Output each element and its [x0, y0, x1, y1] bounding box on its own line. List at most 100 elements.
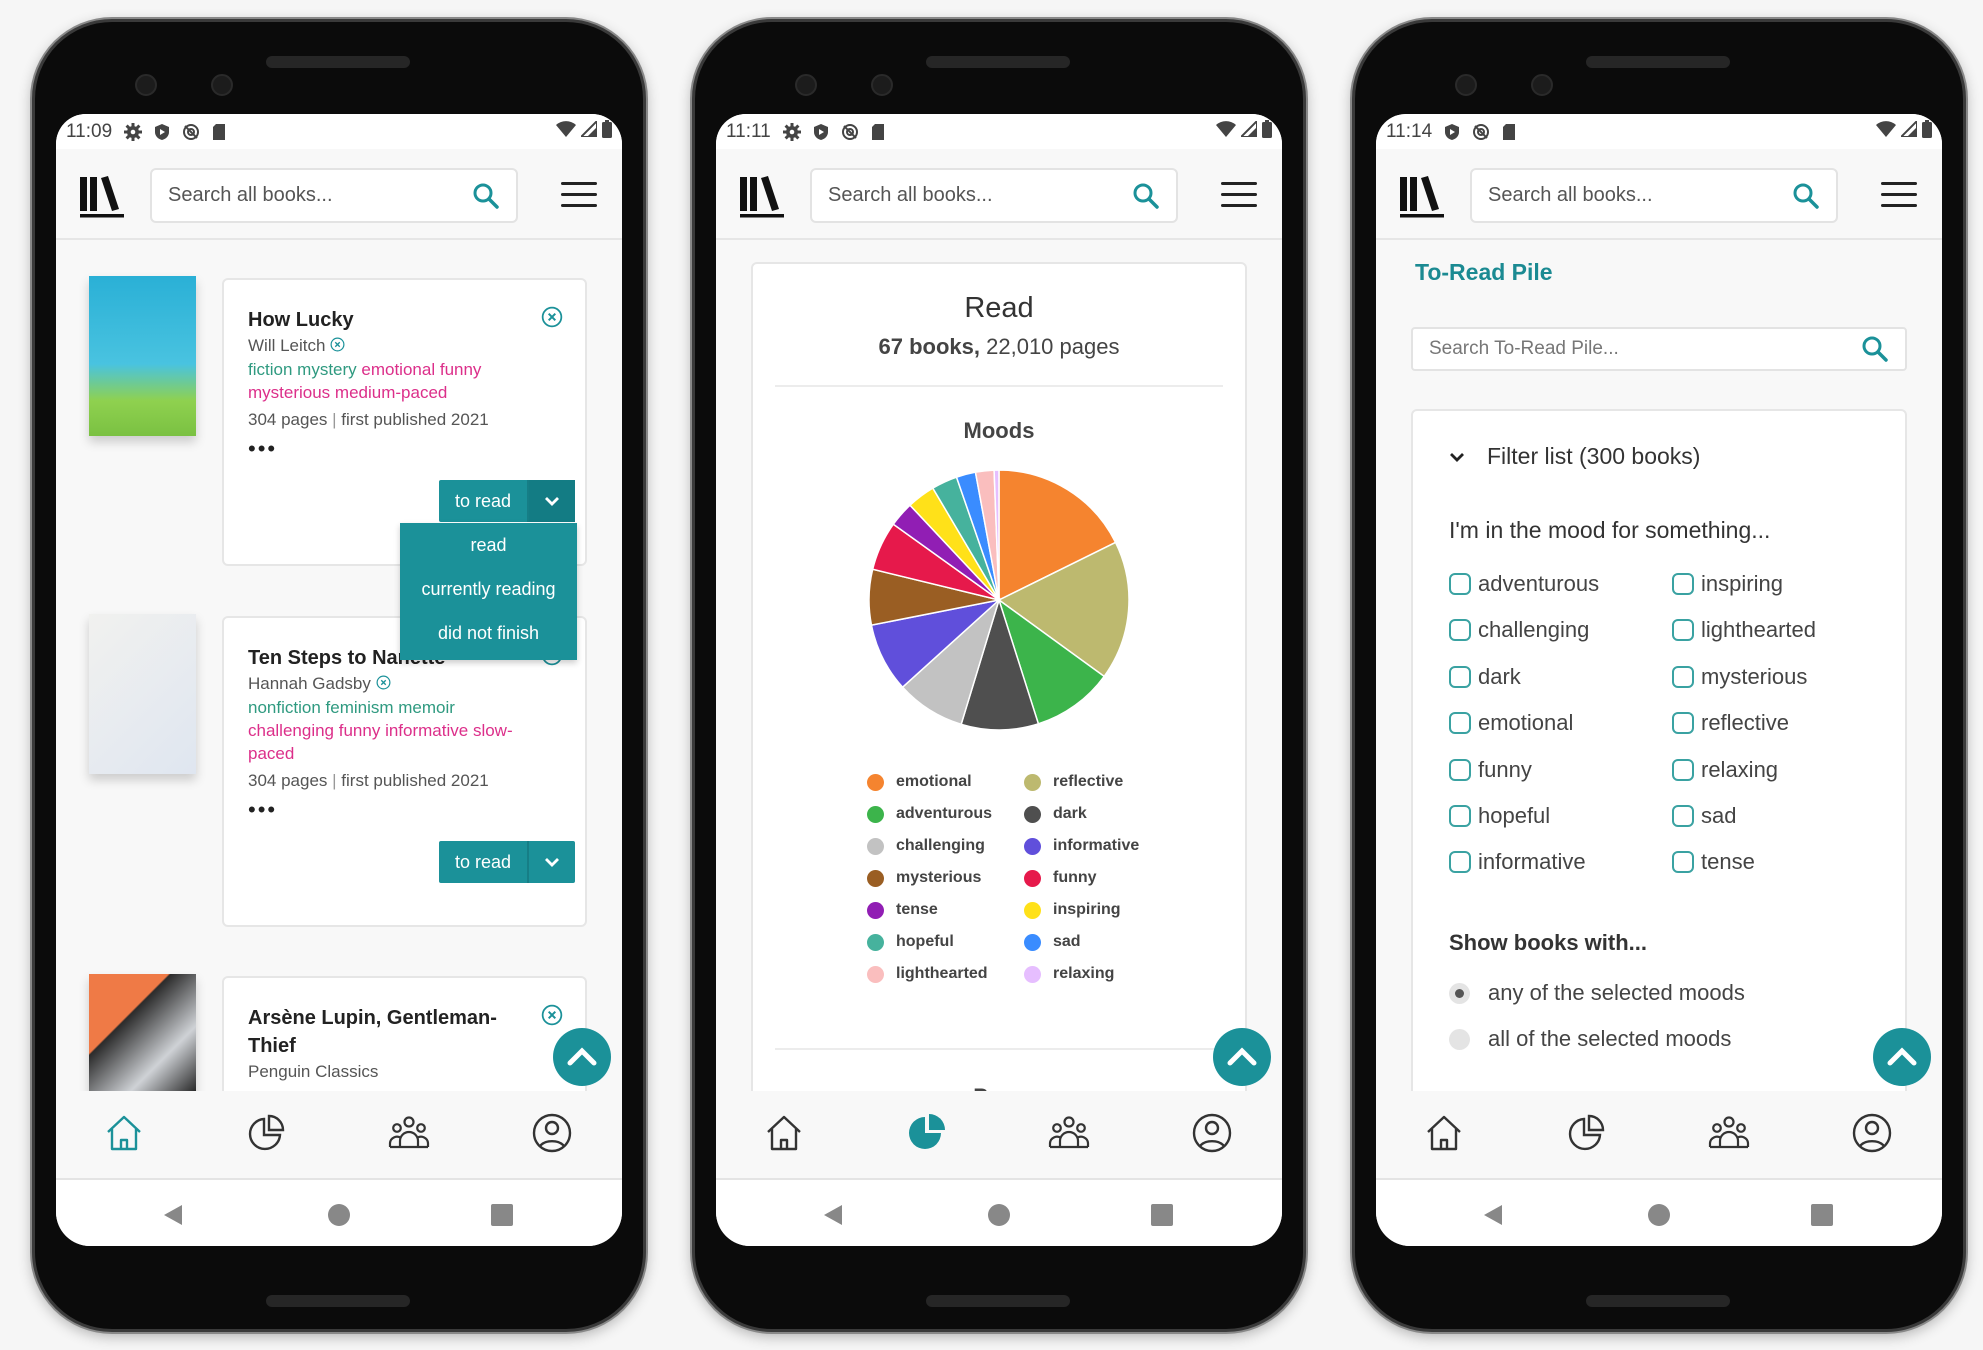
hamburger-menu-icon[interactable]: [1221, 182, 1257, 215]
mood-tag[interactable]: mysterious: [248, 383, 330, 402]
mood-checkbox-emotional[interactable]: emotional: [1449, 710, 1573, 736]
hamburger-menu-icon[interactable]: [1881, 182, 1917, 215]
scroll-to-top-button[interactable]: [553, 1028, 611, 1086]
chevron-down-icon[interactable]: [1449, 451, 1465, 463]
legend-item-challenging[interactable]: challenging: [867, 837, 985, 855]
radio-button[interactable]: [1449, 1028, 1470, 1050]
mood-tag[interactable]: challenging: [248, 721, 334, 740]
mood-checkbox-adventurous[interactable]: adventurous: [1449, 571, 1599, 597]
bookshelf-logo-icon[interactable]: [1399, 175, 1445, 224]
checkbox[interactable]: [1672, 665, 1694, 688]
nav-profile-icon[interactable]: [1850, 1111, 1894, 1155]
legend-item-emotional[interactable]: emotional: [867, 773, 972, 791]
search-icon[interactable]: [472, 182, 500, 210]
genre-tag[interactable]: memoir: [398, 698, 455, 717]
recents-square-icon[interactable]: [491, 1204, 513, 1231]
genre-tag[interactable]: feminism: [326, 698, 394, 717]
chevron-down-icon[interactable]: [529, 841, 575, 883]
bookshelf-logo-icon[interactable]: [79, 175, 125, 224]
back-icon[interactable]: [1482, 1204, 1504, 1231]
author-name[interactable]: Will Leitch: [248, 336, 325, 355]
nav-community-icon[interactable]: [1707, 1111, 1751, 1155]
recents-square-icon[interactable]: [1811, 1204, 1833, 1231]
legend-item-reflective[interactable]: reflective: [1024, 773, 1123, 791]
nav-home-icon[interactable]: [1422, 1111, 1466, 1155]
home-circle-icon[interactable]: [328, 1204, 350, 1231]
mood-checkbox-sad[interactable]: sad: [1672, 803, 1736, 829]
filter-toggle[interactable]: Filter list (300 books): [1449, 443, 1700, 470]
checkbox[interactable]: [1672, 573, 1694, 595]
mood-checkbox-funny[interactable]: funny: [1449, 757, 1532, 783]
back-icon[interactable]: [822, 1204, 844, 1231]
reading-status-button[interactable]: to read: [439, 480, 575, 522]
home-circle-icon[interactable]: [988, 1204, 1010, 1231]
search-all-books-input[interactable]: Search all books...: [150, 168, 518, 223]
book-title[interactable]: How Lucky: [248, 306, 535, 334]
status-menu-item[interactable]: currently reading: [400, 567, 577, 611]
genre-tag[interactable]: mystery: [297, 360, 357, 379]
scroll-to-top-button[interactable]: [1873, 1028, 1931, 1086]
legend-item-tense[interactable]: tense: [867, 901, 938, 919]
mood-tag[interactable]: funny: [339, 721, 381, 740]
status-label[interactable]: to read: [439, 480, 529, 522]
book-title[interactable]: Arsène Lupin, Gentleman-Thief: [248, 1004, 535, 1060]
mood-checkbox-mysterious[interactable]: mysterious: [1672, 664, 1807, 690]
nav-stats-pie-icon[interactable]: [245, 1111, 289, 1155]
more-options-button[interactable]: •••: [248, 437, 535, 460]
legend-item-relaxing[interactable]: relaxing: [1024, 965, 1114, 983]
genre-tag[interactable]: nonfiction: [248, 698, 321, 717]
checkbox[interactable]: [1449, 665, 1471, 688]
remove-book-icon[interactable]: [541, 306, 563, 333]
mood-checkbox-reflective[interactable]: reflective: [1672, 710, 1789, 736]
book-cover[interactable]: [89, 974, 196, 1091]
checkbox[interactable]: [1449, 712, 1471, 735]
nav-stats-pie-icon[interactable]: [1565, 1111, 1609, 1155]
book-cover[interactable]: [89, 276, 196, 436]
author-name[interactable]: Penguin Classics: [248, 1062, 378, 1081]
legend-item-funny[interactable]: funny: [1024, 869, 1097, 887]
search-icon[interactable]: [1861, 335, 1889, 363]
mood-checkbox-inspiring[interactable]: inspiring: [1672, 571, 1783, 597]
nav-profile-icon[interactable]: [530, 1111, 574, 1155]
mood-checkbox-relaxing[interactable]: relaxing: [1672, 757, 1778, 783]
mood-checkbox-challenging[interactable]: challenging: [1449, 617, 1589, 643]
author-name[interactable]: Hannah Gadsby: [248, 674, 371, 693]
checkbox[interactable]: [1672, 805, 1694, 827]
checkbox[interactable]: [1449, 758, 1471, 781]
checkbox[interactable]: [1672, 712, 1694, 735]
status-label[interactable]: to read: [439, 841, 529, 883]
match-radio-any[interactable]: any of the selected moods: [1449, 980, 1745, 1006]
status-menu-item[interactable]: did not finish: [400, 611, 577, 655]
home-circle-icon[interactable]: [1648, 1204, 1670, 1231]
legend-item-informative[interactable]: informative: [1024, 837, 1139, 855]
legend-item-sad[interactable]: sad: [1024, 933, 1081, 951]
legend-item-dark[interactable]: dark: [1024, 805, 1087, 823]
legend-item-inspiring[interactable]: inspiring: [1024, 901, 1121, 919]
legend-item-mysterious[interactable]: mysterious: [867, 869, 981, 887]
scroll-to-top-button[interactable]: [1213, 1028, 1271, 1086]
checkbox[interactable]: [1449, 573, 1471, 595]
remove-author-icon[interactable]: [330, 335, 345, 358]
mood-checkbox-informative[interactable]: informative: [1449, 849, 1586, 875]
search-icon[interactable]: [1132, 182, 1160, 210]
remove-book-icon[interactable]: [541, 1004, 563, 1031]
bookshelf-logo-icon[interactable]: [739, 175, 785, 224]
checkbox[interactable]: [1672, 619, 1694, 642]
search-all-books-input[interactable]: Search all books...: [810, 168, 1178, 223]
search-all-books-input[interactable]: Search all books...: [1470, 168, 1838, 223]
checkbox[interactable]: [1449, 805, 1471, 827]
genre-tag[interactable]: fiction: [248, 360, 292, 379]
legend-item-adventurous[interactable]: adventurous: [867, 805, 992, 823]
legend-item-lighthearted[interactable]: lighthearted: [867, 965, 988, 983]
book-cover[interactable]: [89, 614, 196, 774]
mood-checkbox-lighthearted[interactable]: lighthearted: [1672, 617, 1816, 643]
more-options-button[interactable]: •••: [248, 798, 535, 821]
search-icon[interactable]: [1792, 182, 1820, 210]
checkbox[interactable]: [1449, 851, 1471, 874]
checkbox[interactable]: [1672, 851, 1694, 874]
nav-stats-pie-icon[interactable]: [905, 1111, 949, 1155]
checkbox[interactable]: [1672, 758, 1694, 781]
mood-tag[interactable]: emotional: [361, 360, 435, 379]
search-to-read-input[interactable]: Search To-Read Pile...: [1411, 327, 1907, 371]
remove-author-icon[interactable]: [376, 673, 391, 696]
